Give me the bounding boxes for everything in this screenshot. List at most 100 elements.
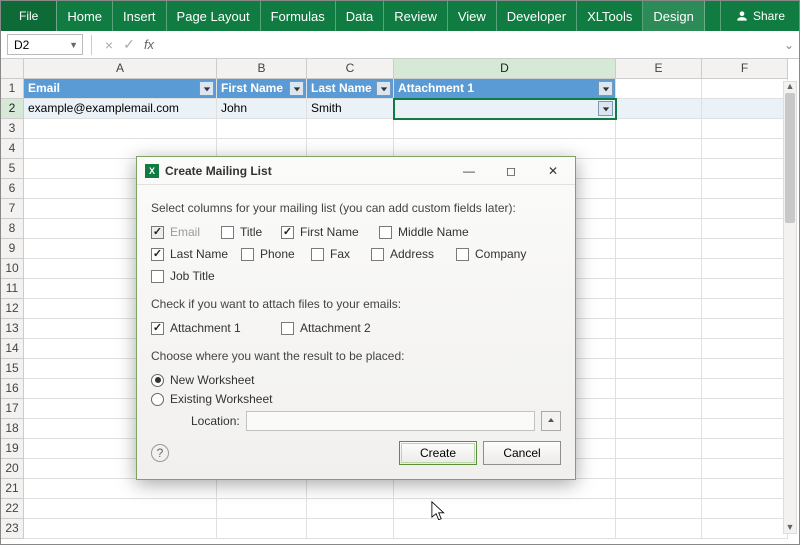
range-picker-button[interactable] — [541, 411, 561, 431]
cell[interactable]: John — [217, 99, 307, 119]
cancel-button[interactable]: Cancel — [483, 441, 561, 465]
cell[interactable] — [702, 339, 788, 359]
cell[interactable] — [616, 99, 702, 119]
cell[interactable] — [307, 499, 394, 519]
cell[interactable] — [702, 499, 788, 519]
cell[interactable] — [702, 119, 788, 139]
vertical-scrollbar[interactable]: ▲ ▼ — [783, 81, 797, 534]
cell[interactable] — [616, 299, 702, 319]
cell[interactable] — [702, 459, 788, 479]
cell[interactable] — [702, 259, 788, 279]
cell[interactable] — [702, 199, 788, 219]
scroll-down-icon[interactable]: ▼ — [783, 522, 797, 534]
row-header[interactable]: 12 — [1, 299, 24, 319]
cell[interactable] — [616, 319, 702, 339]
cell[interactable] — [616, 439, 702, 459]
attachment-checkbox-attachment-1[interactable]: Attachment 1 — [151, 321, 271, 335]
cell[interactable] — [24, 119, 217, 139]
ribbon-tab-developer[interactable]: Developer — [497, 1, 577, 31]
cell[interactable] — [616, 459, 702, 479]
close-button[interactable]: ✕ — [535, 159, 571, 183]
ribbon-tab-view[interactable]: View — [448, 1, 497, 31]
help-button[interactable]: ? — [151, 444, 169, 462]
cell[interactable] — [702, 159, 788, 179]
scroll-up-icon[interactable]: ▲ — [783, 81, 797, 93]
row-header[interactable]: 6 — [1, 179, 24, 199]
cell[interactable] — [217, 119, 307, 139]
cell[interactable] — [24, 499, 217, 519]
cell[interactable] — [616, 499, 702, 519]
row-header[interactable]: 5 — [1, 159, 24, 179]
field-checkbox-company[interactable]: Company — [456, 247, 534, 261]
ribbon-tab-design[interactable]: Design — [643, 1, 704, 31]
cell[interactable] — [702, 439, 788, 459]
cell[interactable] — [702, 299, 788, 319]
ribbon-tab-formulas[interactable]: Formulas — [261, 1, 336, 31]
cell[interactable]: Last Name — [307, 79, 394, 99]
cell[interactable] — [702, 279, 788, 299]
cell[interactable] — [394, 99, 616, 119]
row-header[interactable]: 3 — [1, 119, 24, 139]
cell[interactable]: example@examplemail.com — [24, 99, 217, 119]
row-header[interactable]: 17 — [1, 399, 24, 419]
cell[interactable] — [616, 259, 702, 279]
radio-existing-worksheet[interactable]: Existing Worksheet — [151, 392, 561, 406]
cell[interactable] — [616, 279, 702, 299]
cell[interactable] — [307, 119, 394, 139]
cell[interactable] — [616, 159, 702, 179]
cell[interactable] — [616, 179, 702, 199]
cell[interactable] — [702, 379, 788, 399]
share-button[interactable]: Share — [720, 1, 799, 31]
cell[interactable] — [702, 399, 788, 419]
cell[interactable] — [702, 79, 788, 99]
cell[interactable] — [616, 479, 702, 499]
column-header[interactable]: D — [394, 59, 616, 79]
row-header[interactable]: 4 — [1, 139, 24, 159]
cell[interactable] — [616, 79, 702, 99]
cell[interactable]: Attachment 1 — [394, 79, 616, 99]
row-header[interactable]: 11 — [1, 279, 24, 299]
cell[interactable]: Smith — [307, 99, 394, 119]
ribbon-tab-page-layout[interactable]: Page Layout — [167, 1, 261, 31]
cell[interactable] — [702, 419, 788, 439]
location-input[interactable] — [246, 411, 535, 431]
field-checkbox-phone[interactable]: Phone — [241, 247, 301, 261]
row-header[interactable]: 14 — [1, 339, 24, 359]
name-box[interactable]: D2 ▼ — [7, 34, 83, 55]
filter-dropdown-icon[interactable] — [289, 81, 304, 96]
cell[interactable] — [702, 519, 788, 539]
field-checkbox-first-name[interactable]: First Name — [281, 225, 369, 239]
field-checkbox-fax[interactable]: Fax — [311, 247, 361, 261]
cell[interactable] — [307, 479, 394, 499]
row-header[interactable]: 20 — [1, 459, 24, 479]
cell[interactable] — [616, 339, 702, 359]
filter-dropdown-icon[interactable] — [199, 81, 214, 96]
formula-input[interactable] — [160, 34, 777, 55]
cell[interactable] — [702, 319, 788, 339]
row-header[interactable]: 10 — [1, 259, 24, 279]
cell[interactable] — [616, 239, 702, 259]
ribbon-tab-insert[interactable]: Insert — [113, 1, 167, 31]
expand-formula-bar-icon[interactable]: ⌄ — [779, 38, 799, 52]
column-header[interactable]: E — [616, 59, 702, 79]
ribbon-tab-xltools[interactable]: XLTools — [577, 1, 643, 31]
scroll-thumb[interactable] — [785, 93, 795, 223]
row-header[interactable]: 1 — [1, 79, 24, 99]
row-header[interactable]: 18 — [1, 419, 24, 439]
ribbon-tab-data[interactable]: Data — [336, 1, 384, 31]
cell[interactable] — [24, 519, 217, 539]
cell[interactable] — [616, 199, 702, 219]
row-header[interactable]: 2 — [1, 99, 24, 119]
minimize-button[interactable]: — — [451, 159, 487, 183]
cell[interactable] — [702, 219, 788, 239]
filter-dropdown-icon[interactable] — [376, 81, 391, 96]
cell[interactable] — [616, 119, 702, 139]
select-all-corner[interactable] — [1, 59, 24, 79]
filter-dropdown-icon[interactable] — [598, 101, 613, 116]
cell[interactable] — [394, 499, 616, 519]
cell[interactable] — [702, 139, 788, 159]
field-checkbox-last-name[interactable]: Last Name — [151, 247, 231, 261]
filter-dropdown-icon[interactable] — [598, 81, 613, 96]
row-header[interactable]: 7 — [1, 199, 24, 219]
row-header[interactable]: 8 — [1, 219, 24, 239]
